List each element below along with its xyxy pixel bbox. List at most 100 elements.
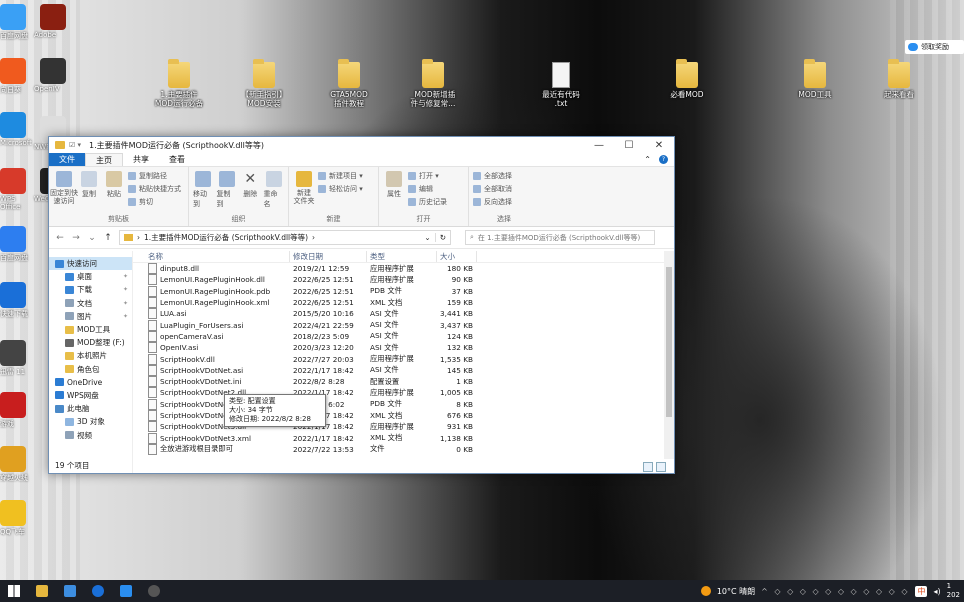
large-icons-view-icon[interactable]: [656, 462, 666, 472]
file-row[interactable]: LemonUI.RagePluginHook.pdb 2022/6/25 12:5…: [133, 286, 674, 297]
tab-view[interactable]: 查看: [159, 153, 195, 166]
file-row[interactable]: ScriptHookV.dll 2022/7/27 20:03 应用程序扩展 1,53…: [133, 353, 674, 364]
taskbar-app-downloader[interactable]: [84, 580, 112, 602]
paste-button[interactable]: 粘贴: [103, 171, 125, 214]
nav-item[interactable]: 快速访问: [49, 257, 132, 271]
nav-item[interactable]: MOD工具: [49, 323, 132, 336]
search-input[interactable]: ⌕ 在 1.主要插件MOD运行必备 (ScripthookV.dll等等): [465, 230, 655, 245]
column-header-date[interactable]: 修改日期: [290, 251, 367, 262]
desktop-app-icon[interactable]: [40, 58, 66, 84]
refresh-icon[interactable]: ↻: [434, 233, 446, 242]
pin-quick-access-button[interactable]: 固定到快 速访问: [50, 171, 78, 214]
file-row[interactable]: ScriptHookVDotNet3.dll2022/1/17 18:42应用程…: [133, 421, 674, 432]
clock[interactable]: 1 202: [947, 582, 960, 600]
desktop-folder[interactable]: MOD工具: [786, 59, 844, 99]
details-view-icon[interactable]: [643, 462, 653, 472]
nav-item[interactable]: 桌面 ✦: [49, 270, 132, 283]
nav-item[interactable]: 3D 对象: [49, 415, 132, 428]
desktop-app-icon[interactable]: [0, 112, 26, 138]
file-row[interactable]: ScriptHookVDotNet2.pdb2019/8/6 6:02PDB 文…: [133, 399, 674, 410]
file-row[interactable]: LemonUI.RagePluginHook.dll 2022/6/25 12:5…: [133, 274, 674, 285]
cloud-reward-button[interactable]: 领取奖励: [905, 40, 964, 54]
taskbar-app-explorer[interactable]: [28, 580, 56, 602]
forward-icon[interactable]: →: [71, 233, 81, 243]
nav-item[interactable]: 此电脑: [49, 402, 132, 415]
nav-item[interactable]: WPS网盘: [49, 389, 132, 402]
vertical-scrollbar[interactable]: [664, 251, 674, 459]
desktop-app-icon[interactable]: [0, 500, 26, 526]
desktop-app-icon[interactable]: [0, 282, 26, 308]
easy-access-button[interactable]: 轻松访问 ▾: [318, 184, 363, 194]
file-row[interactable]: ScriptHookVDotNet.asi 2022/1/17 18:42 ASI …: [133, 365, 674, 376]
open-button[interactable]: 打开 ▾: [408, 171, 447, 181]
up-icon[interactable]: ↑: [103, 233, 113, 243]
invert-selection-button[interactable]: 反向选择: [473, 197, 512, 207]
desktop-folder[interactable]: 起来看看: [870, 59, 928, 99]
nav-item[interactable]: 文档 ✦: [49, 297, 132, 310]
desktop-folder[interactable]: 【新手指引】 MOD安装: [235, 59, 293, 108]
column-header-name[interactable]: 名称: [145, 251, 290, 262]
desktop-folder[interactable]: _MOD新增插 件与修复常...: [404, 59, 462, 108]
rename-button[interactable]: 重命名: [264, 171, 285, 214]
desktop-app-icon[interactable]: [0, 392, 26, 418]
tab-share[interactable]: 共享: [123, 153, 159, 166]
taskbar-app-openiv[interactable]: [140, 580, 168, 602]
tab-home[interactable]: 主页: [85, 153, 123, 166]
file-row[interactable]: OpenIV.asi 2020/3/23 12:20 ASI 文件 132 KB: [133, 342, 674, 353]
chevron-down-icon[interactable]: ⌄: [87, 233, 97, 243]
taskbar-app-cloud[interactable]: [112, 580, 140, 602]
desktop-app-icon[interactable]: [0, 168, 26, 194]
nav-item[interactable]: 本机照片: [49, 349, 132, 362]
new-item-button[interactable]: 新建项目 ▾: [318, 171, 363, 181]
desktop-app-icon[interactable]: [0, 58, 26, 84]
address-bar[interactable]: › 1.主要插件MOD运行必备 (ScripthookV.dll等等) › ⌄ …: [119, 230, 451, 245]
window-titlebar[interactable]: ☑ ▾ 1.主要插件MOD运行必备 (ScripthookV.dll等等) — …: [49, 137, 674, 153]
minimize-button[interactable]: —: [584, 140, 614, 151]
history-button[interactable]: 历史记录: [408, 197, 447, 207]
desktop-folder[interactable]: 必看MOD: [658, 59, 716, 99]
file-row[interactable]: 全放进游戏根目录即可 2022/7/22 13:53 文件 0 KB: [133, 444, 674, 455]
back-icon[interactable]: ←: [55, 233, 65, 243]
close-button[interactable]: ✕: [644, 140, 674, 151]
tray-icons[interactable]: ^ ◇ ◇ ◇ ◇ ◇ ◇ ◇ ◇ ◇ ◇ ◇: [761, 587, 909, 596]
delete-button[interactable]: ✕ 删除: [240, 171, 261, 214]
weather-text[interactable]: 10°C 晴朗: [717, 586, 755, 597]
desktop-app-icon[interactable]: [40, 4, 66, 30]
help-icon[interactable]: ?: [659, 155, 668, 164]
column-header-type[interactable]: 类型: [367, 251, 437, 262]
scrollbar-thumb[interactable]: [666, 267, 672, 417]
nav-item[interactable]: 图片 ✦: [49, 310, 132, 323]
desktop-text-file[interactable]: 最近有代码 .txt: [532, 62, 590, 108]
taskbar-app-mail[interactable]: [56, 580, 84, 602]
breadcrumb[interactable]: 1.主要插件MOD运行必备 (ScripthookV.dll等等): [144, 232, 308, 243]
nav-item[interactable]: 角色包: [49, 363, 132, 376]
desktop-folder[interactable]: GTA5MOD 插件教程: [320, 59, 378, 108]
file-row[interactable]: ScriptHookVDotNet2.xml2022/1/17 18:42XML…: [133, 410, 674, 421]
file-row[interactable]: openCameraV.asi 2018/2/23 5:09 ASI 文件 124 K…: [133, 331, 674, 342]
quick-access-toolbar[interactable]: ☑ ▾: [69, 141, 81, 149]
select-all-button[interactable]: 全部选择: [473, 171, 512, 181]
edit-button[interactable]: 编辑: [408, 184, 447, 194]
copy-to-button[interactable]: 复制到: [217, 171, 238, 214]
cut-button[interactable]: 剪切: [128, 197, 181, 207]
select-none-button[interactable]: 全部取消: [473, 184, 512, 194]
properties-button[interactable]: 属性: [383, 171, 405, 214]
desktop-folder[interactable]: 1.主要插件 MOD运行必备: [150, 59, 208, 108]
address-dropdown-icon[interactable]: ⌄: [424, 233, 430, 242]
copy-button[interactable]: 复制: [78, 171, 100, 214]
file-row[interactable]: LUA.asi 2015/5/20 10:16 ASI 文件 3,441 KB: [133, 308, 674, 319]
desktop-app-icon[interactable]: [0, 4, 26, 30]
nav-item[interactable]: MOD整理 (F:): [49, 336, 132, 349]
chevron-up-icon[interactable]: ⌃: [644, 155, 651, 164]
desktop-app-icon[interactable]: [0, 226, 26, 252]
file-row[interactable]: dinput8.dll 2019/2/1 12:59 应用程序扩展 180 KB: [133, 263, 674, 274]
file-row[interactable]: ScriptHookVDotNet3.xml 2022/1/17 18:42 XML…: [133, 432, 674, 443]
file-row[interactable]: LemonUI.RagePluginHook.xml 2022/6/25 12:5…: [133, 297, 674, 308]
new-folder-button[interactable]: 新建 文件夹: [293, 171, 315, 214]
maximize-button[interactable]: ☐: [614, 140, 644, 151]
paste-shortcut-button[interactable]: 粘贴快捷方式: [128, 184, 181, 194]
file-row[interactable]: ScriptHookVDotNet2.dll 2022/1/17 18:42 应用程…: [133, 387, 674, 398]
copy-path-button[interactable]: 复制路径: [128, 171, 181, 181]
speaker-icon[interactable]: ◂): [933, 587, 940, 596]
desktop-app-icon[interactable]: [0, 446, 26, 472]
